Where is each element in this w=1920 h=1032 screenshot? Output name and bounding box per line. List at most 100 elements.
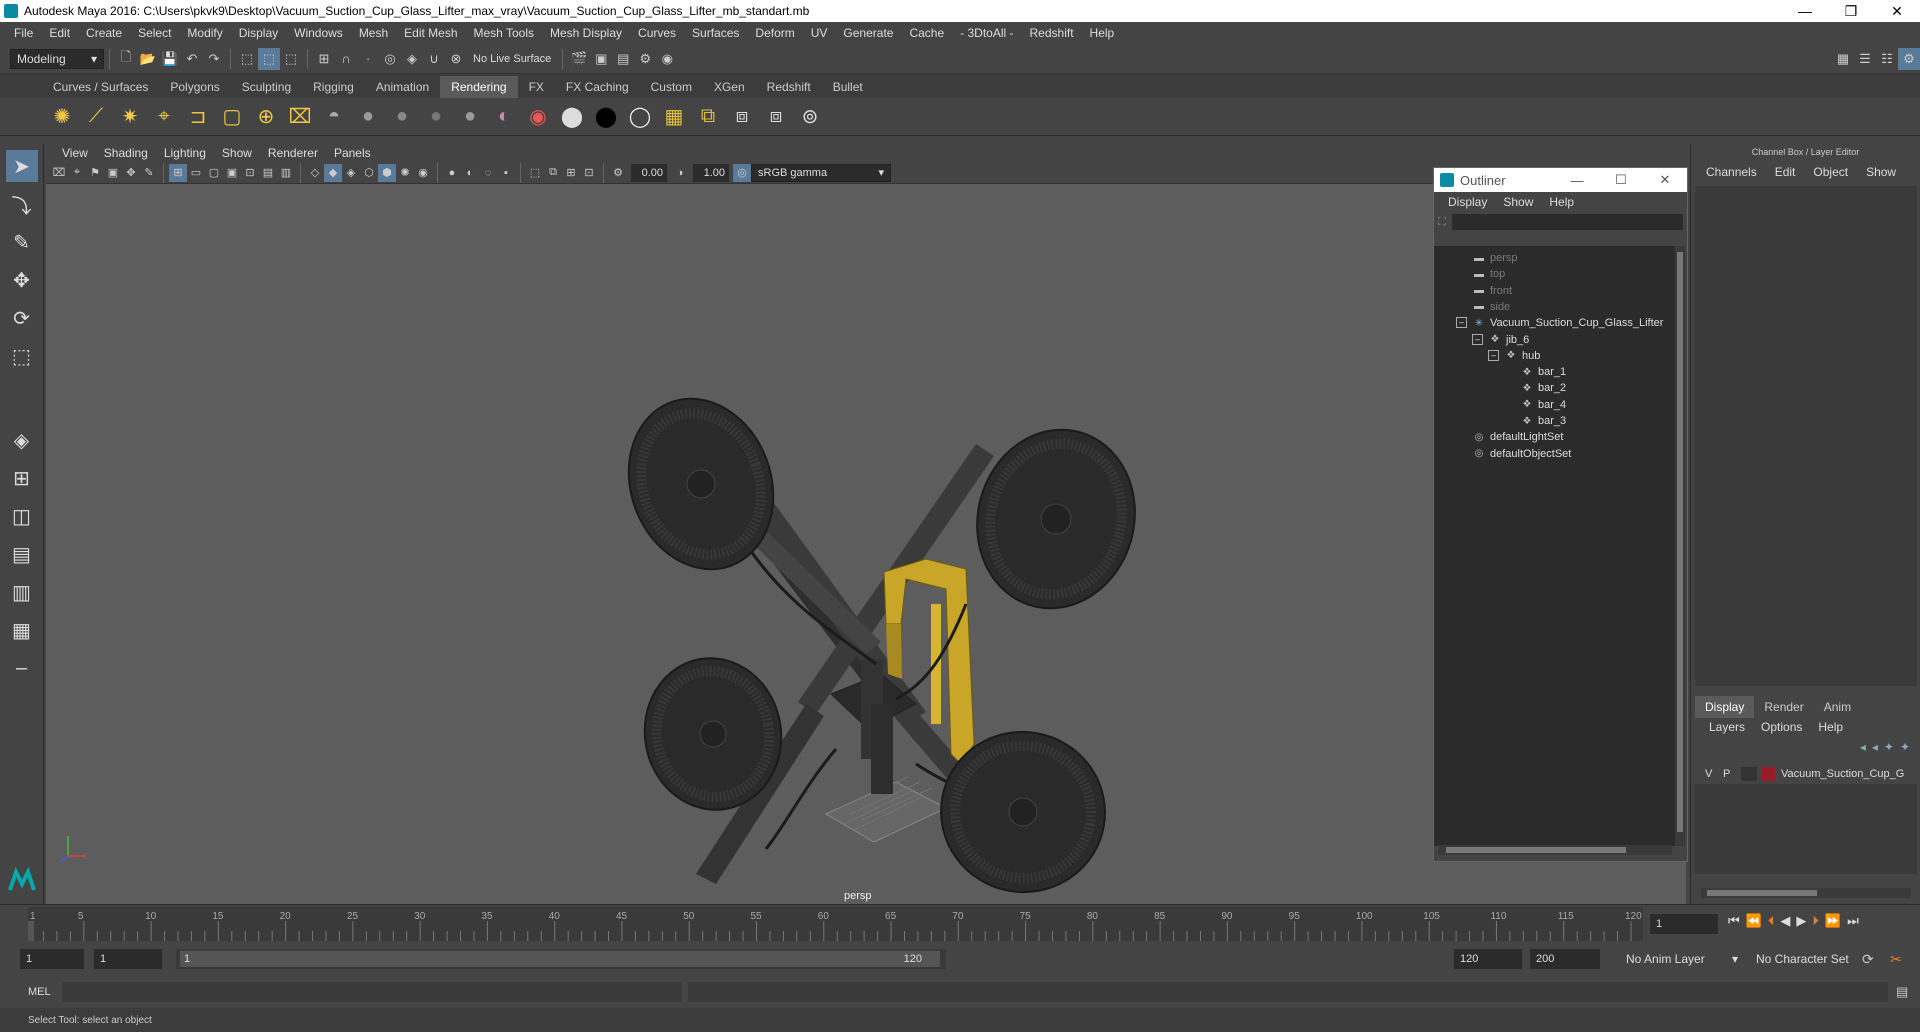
open-scene-icon[interactable]: 📂 bbox=[137, 48, 159, 70]
menu-uv[interactable]: UV bbox=[803, 26, 836, 40]
shader-ramp-icon[interactable]: ◉ bbox=[522, 101, 554, 133]
time-slider[interactable]: 1 5 10 15 20 25 30 35 40 45 50 55 60 65 70 75 80 85 90 95 10… bbox=[0, 904, 1920, 944]
range-slider[interactable]: 1 120 bbox=[176, 949, 946, 969]
shelf-tab-redshift[interactable]: Redshift bbox=[756, 76, 822, 98]
gamma-field[interactable]: 1.00 bbox=[693, 163, 729, 182]
field-chart-icon[interactable]: ⊡ bbox=[241, 164, 259, 182]
shelf-tab-rendering[interactable]: Rendering bbox=[440, 76, 518, 98]
menu-deform[interactable]: Deform bbox=[747, 26, 802, 40]
layer-menu-help[interactable]: Help bbox=[1810, 720, 1851, 734]
spot-light-icon[interactable]: ⌖ bbox=[148, 101, 180, 133]
shader-layered-icon[interactable]: ◐ bbox=[488, 101, 520, 133]
menu-3dtoall[interactable]: - 3DtoAll - bbox=[952, 26, 1021, 40]
script-editor-icon[interactable]: ▤ bbox=[1896, 984, 1908, 1000]
layer-tab-render[interactable]: Render bbox=[1754, 696, 1813, 718]
camera-icon[interactable]: ⌧ bbox=[284, 101, 316, 133]
menu-redshift[interactable]: Redshift bbox=[1022, 26, 1082, 40]
grid-icon[interactable]: ⊞ bbox=[169, 163, 187, 182]
wireframe-icon[interactable]: ◇ bbox=[306, 164, 324, 182]
shelf-tab-rigging[interactable]: Rigging bbox=[302, 76, 365, 98]
menu-select[interactable]: Select bbox=[130, 26, 179, 40]
ambient-light-icon[interactable]: ✺ bbox=[46, 101, 78, 133]
layer-scrollbar[interactable] bbox=[1701, 888, 1911, 898]
shelf-tab-curves-surfaces[interactable]: Curves / Surfaces bbox=[42, 76, 159, 98]
xray-joints-icon[interactable]: ◐ bbox=[461, 164, 479, 182]
viewport-menu-renderer[interactable]: Renderer bbox=[260, 146, 326, 160]
step-forward-frame-icon[interactable]: ⏵ bbox=[1812, 913, 1819, 929]
select-object-icon[interactable]: ⬚ bbox=[258, 47, 280, 70]
shelf-tab-polygons[interactable]: Polygons bbox=[159, 76, 230, 98]
rotate-tool-icon[interactable]: ⟳ bbox=[6, 302, 38, 334]
backface-icon[interactable]: ◌ bbox=[479, 164, 497, 182]
timeline-ruler[interactable]: 1 5 10 15 20 25 30 35 40 45 50 55 60 65 70 75 80 85 90 95 10… bbox=[28, 907, 1643, 941]
render-view-icon[interactable]: 🎬 bbox=[568, 48, 590, 70]
wireframe-on-shaded-icon[interactable]: ◈ bbox=[342, 164, 360, 182]
snap-curve-icon[interactable]: ∩ bbox=[335, 48, 357, 70]
camera-aim-icon[interactable]: ⊕ bbox=[250, 101, 282, 133]
shelf-tab-custom[interactable]: Custom bbox=[640, 76, 703, 98]
channel-menu-edit[interactable]: Edit bbox=[1766, 165, 1805, 179]
viewport-menu-show[interactable]: Show bbox=[214, 146, 260, 160]
channel-menu-object[interactable]: Object bbox=[1804, 165, 1857, 179]
2d-pan-icon[interactable]: ✥ bbox=[122, 164, 140, 182]
menu-edit-mesh[interactable]: Edit Mesh bbox=[396, 26, 465, 40]
menu-display[interactable]: Display bbox=[231, 26, 286, 40]
character-set-dropdown[interactable]: No Character Set bbox=[1750, 949, 1850, 969]
color-space-dropdown[interactable]: sRGB gamma ▾ bbox=[751, 163, 891, 182]
menu-file[interactable]: File bbox=[6, 26, 41, 40]
ambient-occlusion-icon[interactable]: ◉ bbox=[414, 164, 432, 182]
shader-phong-icon[interactable]: ● bbox=[386, 101, 418, 133]
textured-icon[interactable]: ⬡ bbox=[360, 164, 378, 182]
play-forward-icon[interactable]: ▶ bbox=[1796, 913, 1806, 929]
hypershade-icon[interactable]: ◉ bbox=[656, 48, 678, 70]
smooth-shade-icon[interactable]: ◆ bbox=[324, 163, 342, 182]
menu-help[interactable]: Help bbox=[1082, 26, 1123, 40]
four-view-icon[interactable]: ⊞ bbox=[6, 462, 38, 494]
render-current-icon[interactable]: ▣ bbox=[590, 48, 612, 70]
go-to-end-icon[interactable]: ⏭ bbox=[1847, 913, 1859, 929]
live-icon[interactable]: ⊗ bbox=[445, 48, 467, 70]
menu-cache[interactable]: Cache bbox=[901, 26, 952, 40]
camera-attributes-icon[interactable]: ⌖ bbox=[68, 164, 86, 182]
snap-surface-icon[interactable]: ◈ bbox=[401, 48, 423, 70]
shader-background-icon[interactable]: ◯ bbox=[624, 101, 656, 133]
menu-curves[interactable]: Curves bbox=[630, 26, 684, 40]
new-scene-icon[interactable]: 🗋 bbox=[115, 48, 137, 70]
lasso-tool-icon[interactable]: ⤵ bbox=[6, 188, 38, 220]
viewport-menu-view[interactable]: View bbox=[54, 146, 96, 160]
shader-blinn-icon[interactable]: ● bbox=[352, 101, 384, 133]
shadows-icon[interactable]: ✺ bbox=[396, 164, 414, 182]
collapse-toggle-icon[interactable]: – bbox=[1472, 333, 1483, 345]
magnet-icon[interactable]: ∪ bbox=[423, 48, 445, 70]
menu-windows[interactable]: Windows bbox=[286, 26, 351, 40]
isolate-icon[interactable]: ▪ bbox=[497, 164, 515, 182]
select-camera-icon[interactable]: ⌧ bbox=[50, 164, 68, 182]
snap-grid-icon[interactable]: ⊞ bbox=[313, 48, 335, 70]
render-target-icon[interactable]: ⊚ bbox=[794, 101, 826, 133]
image-plane-icon[interactable]: ▣ bbox=[104, 164, 122, 182]
outliner-search-input[interactable] bbox=[1451, 214, 1683, 230]
shader-lambert-icon[interactable]: ◓ bbox=[318, 101, 350, 133]
menu-mesh[interactable]: Mesh bbox=[351, 26, 396, 40]
frame-selected-icon[interactable]: ⊡ bbox=[580, 164, 598, 182]
menu-surfaces[interactable]: Surfaces bbox=[684, 26, 747, 40]
grease-pencil-icon[interactable]: ✎ bbox=[140, 164, 158, 182]
smooth-preview-icon[interactable]: ⬚ bbox=[526, 164, 544, 182]
frame-all-icon[interactable]: ⊞ bbox=[562, 164, 580, 182]
outliner-menu-show[interactable]: Show bbox=[1495, 195, 1541, 209]
render-sequence-icon[interactable]: ⧈ bbox=[726, 101, 758, 133]
workspace-icon[interactable]: ▦ bbox=[1832, 48, 1854, 70]
select-tool-icon[interactable]: ➤ bbox=[5, 150, 38, 182]
point-light-icon[interactable]: ✷ bbox=[114, 101, 146, 133]
layer-visibility[interactable]: V bbox=[1705, 768, 1723, 780]
menu-mesh-display[interactable]: Mesh Display bbox=[542, 26, 630, 40]
safe-title-icon[interactable]: ▥ bbox=[277, 164, 295, 182]
tool-settings-icon[interactable]: ⚙ bbox=[1898, 47, 1920, 70]
layer-color-swatch[interactable] bbox=[1761, 767, 1775, 781]
select-hierarchy-icon[interactable]: ⬚ bbox=[236, 48, 258, 70]
step-back-key-icon[interactable]: ⏪ bbox=[1746, 913, 1762, 929]
viewport-menu-lighting[interactable]: Lighting bbox=[156, 146, 214, 160]
play-backward-icon[interactable]: ◀ bbox=[1780, 913, 1790, 929]
area-light-icon[interactable]: ⊐ bbox=[182, 101, 214, 133]
resolution-gate-icon[interactable]: ▢ bbox=[205, 164, 223, 182]
